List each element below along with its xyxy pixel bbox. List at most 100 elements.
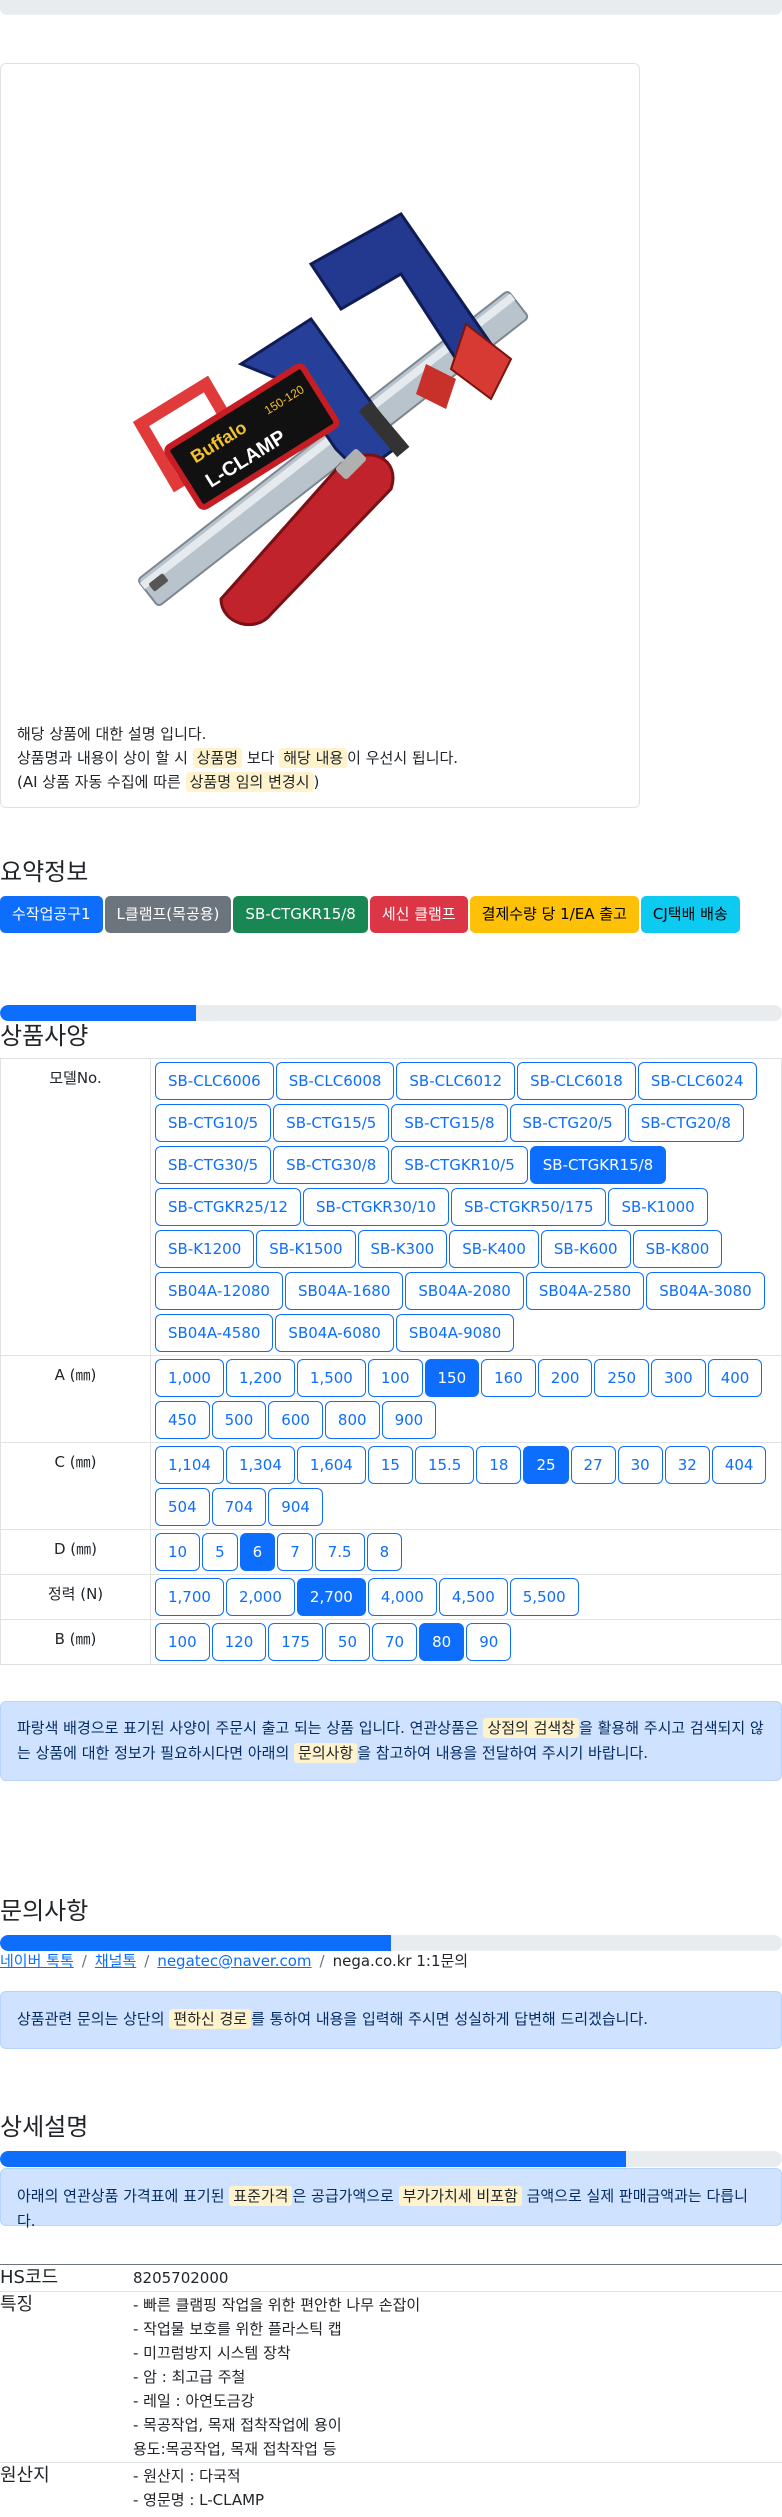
spec-options: 100 120 175 50 70 80 90 xyxy=(150,1619,782,1665)
spec-option[interactable]: 4,000 xyxy=(367,1578,437,1616)
description-text: 상품명과 내용이 상이 할 시 xyxy=(17,749,193,767)
spec-option[interactable]: 1,304 xyxy=(225,1446,295,1484)
notice-text: 을 참고하여 내용을 전달하여 주시기 바랍니다. xyxy=(357,1744,649,1762)
spec-option[interactable]: SB-K800 xyxy=(632,1230,723,1268)
spec-option[interactable]: SB04A-9080 xyxy=(395,1314,515,1352)
spec-option[interactable]: SB04A-1680 xyxy=(284,1272,404,1310)
spec-option[interactable]: SB-CLC6008 xyxy=(275,1062,395,1100)
spec-row: C (㎜) 1,104 1,304 1,604 15 15.5 18 25 27 30 32 404 5… xyxy=(0,1442,782,1530)
highlight-standard-price: 표준가격 xyxy=(229,2186,293,2206)
spec-option[interactable]: SB04A-2080 xyxy=(405,1272,524,1310)
spec-option[interactable]: 50 xyxy=(324,1623,371,1661)
spec-option[interactable]: 10 xyxy=(155,1533,201,1571)
spec-option[interactable]: 15.5 xyxy=(414,1446,475,1484)
email-link[interactable]: negatec@naver.com xyxy=(157,1952,311,1970)
spec-option[interactable]: SB-CTG20/5 xyxy=(509,1104,626,1142)
naver-talk-link[interactable]: 네이버 톡톡 xyxy=(0,1952,74,1970)
spec-option[interactable]: SB-CTGKR10/5 xyxy=(391,1146,528,1184)
spec-option[interactable]: SB-K600 xyxy=(540,1230,631,1268)
spec-option[interactable]: 160 xyxy=(481,1359,536,1397)
spec-option[interactable]: 1,104 xyxy=(155,1446,224,1484)
spec-option[interactable]: 1,500 xyxy=(296,1359,366,1397)
spec-option[interactable]: SB-CTG15/5 xyxy=(273,1104,390,1142)
spec-option[interactable]: SB-CTG30/8 xyxy=(273,1146,390,1184)
spec-option[interactable]: 70 xyxy=(372,1623,418,1661)
spec-option[interactable]: SB-CTGKR25/12 xyxy=(155,1188,301,1226)
spec-option[interactable]: 8 xyxy=(366,1533,403,1571)
spec-option[interactable]: 704 xyxy=(211,1488,267,1526)
spec-option[interactable]: SB-CTGKR50/175 xyxy=(450,1188,607,1226)
detail-key: 원산지 xyxy=(0,2465,50,2486)
spec-option[interactable]: SB-CLC6006 xyxy=(155,1062,274,1100)
spec-option[interactable]: SB04A-6080 xyxy=(275,1314,394,1352)
spec-option-selected[interactable]: SB-CTGKR15/8 xyxy=(529,1146,667,1184)
inquiry-channels: 네이버 톡톡 / 채널톡 / negatec@naver.com / nega.co.kr … xyxy=(0,1950,468,1974)
spec-option[interactable]: SB-K1500 xyxy=(256,1230,356,1268)
spec-option[interactable]: 400 xyxy=(707,1359,763,1397)
spec-option[interactable]: 30 xyxy=(617,1446,663,1484)
detail-progress-fill xyxy=(0,2151,626,2167)
detail-value: 8205702000 xyxy=(133,2265,782,2292)
spec-option[interactable]: 404 xyxy=(711,1446,767,1484)
spec-option[interactable]: 1,604 xyxy=(296,1446,366,1484)
spec-label: 모델No. xyxy=(0,1058,151,1356)
spec-option[interactable]: 90 xyxy=(466,1623,512,1661)
spec-option[interactable]: 800 xyxy=(324,1401,380,1439)
spec-option[interactable]: SB-CTGKR30/10 xyxy=(302,1188,449,1226)
spec-option[interactable]: 200 xyxy=(537,1359,593,1397)
spec-option[interactable]: 27 xyxy=(570,1446,616,1484)
spec-option-selected[interactable]: 150 xyxy=(424,1359,480,1397)
spec-option[interactable]: 900 xyxy=(381,1401,437,1439)
spec-option[interactable]: SB-CTG20/8 xyxy=(627,1104,744,1142)
spec-option[interactable]: 7.5 xyxy=(314,1533,365,1571)
spec-option[interactable]: 175 xyxy=(268,1623,323,1661)
spec-option[interactable]: 504 xyxy=(155,1488,210,1526)
spec-option[interactable]: 300 xyxy=(651,1359,706,1397)
spec-option[interactable]: SB-K300 xyxy=(357,1230,448,1268)
spec-option[interactable]: 7 xyxy=(277,1533,313,1571)
spec-option[interactable]: 5,500 xyxy=(509,1578,579,1616)
inquiry-title: 문의사항 xyxy=(0,1897,89,1925)
spec-option-selected[interactable]: 80 xyxy=(419,1623,465,1661)
spec-option[interactable]: 18 xyxy=(476,1446,522,1484)
notice-text: 은 공급가액으로 xyxy=(292,2187,399,2205)
spec-option[interactable]: 1,200 xyxy=(225,1359,295,1397)
spec-option[interactable]: 904 xyxy=(268,1488,323,1526)
spec-option[interactable]: SB-K1200 xyxy=(155,1230,255,1268)
spec-option[interactable]: SB04A-2580 xyxy=(525,1272,645,1310)
spec-option[interactable]: SB04A-3080 xyxy=(646,1272,765,1310)
spec-option[interactable]: 2,000 xyxy=(225,1578,295,1616)
spec-option-selected[interactable]: 6 xyxy=(239,1533,276,1571)
spec-option[interactable]: 600 xyxy=(268,1401,323,1439)
spec-option[interactable]: SB-K1000 xyxy=(608,1188,708,1226)
spec-option[interactable]: 250 xyxy=(594,1359,650,1397)
spec-option[interactable]: 1,700 xyxy=(155,1578,224,1616)
separator: / xyxy=(81,1952,87,1970)
option-group: 100 120 175 50 70 80 90 xyxy=(155,1623,778,1661)
spec-option[interactable]: SB-CTG30/5 xyxy=(155,1146,272,1184)
spec-option[interactable]: SB04A-4580 xyxy=(155,1314,274,1352)
spec-option[interactable]: 15 xyxy=(367,1446,413,1484)
description-line-3: (AI 상품 자동 수집에 따른 상품명 임의 변경시) xyxy=(17,770,625,794)
spec-option[interactable]: SB-CTG10/5 xyxy=(155,1104,272,1142)
spec-option[interactable]: 450 xyxy=(155,1401,210,1439)
spec-option[interactable]: SB04A-12080 xyxy=(155,1272,283,1310)
spec-option[interactable]: 32 xyxy=(664,1446,710,1484)
spec-option[interactable]: 500 xyxy=(211,1401,267,1439)
spec-option[interactable]: SB-CLC6024 xyxy=(637,1062,757,1100)
spec-option[interactable]: 100 xyxy=(155,1623,210,1661)
spec-option[interactable]: SB-K400 xyxy=(449,1230,539,1268)
spec-option-selected[interactable]: 25 xyxy=(523,1446,569,1484)
spec-option[interactable]: SB-CTG15/8 xyxy=(391,1104,508,1142)
channel-talk-link[interactable]: 채널톡 xyxy=(95,1952,136,1970)
spec-option[interactable]: 4,500 xyxy=(438,1578,508,1616)
description-line-2: 상품명과 내용이 상이 할 시 상품명 보다 해당 내용 이 우선시 됩니다. xyxy=(17,746,625,770)
spec-option[interactable]: SB-CLC6012 xyxy=(396,1062,516,1100)
detail-value-line: - 레일 : 아연도금강 xyxy=(133,2392,255,2410)
spec-option[interactable]: 1,000 xyxy=(155,1359,224,1397)
spec-option-selected[interactable]: 2,700 xyxy=(296,1578,366,1616)
spec-option[interactable]: 100 xyxy=(367,1359,423,1397)
spec-option[interactable]: SB-CLC6018 xyxy=(517,1062,636,1100)
spec-option[interactable]: 120 xyxy=(211,1623,267,1661)
spec-option[interactable]: 5 xyxy=(202,1533,238,1571)
